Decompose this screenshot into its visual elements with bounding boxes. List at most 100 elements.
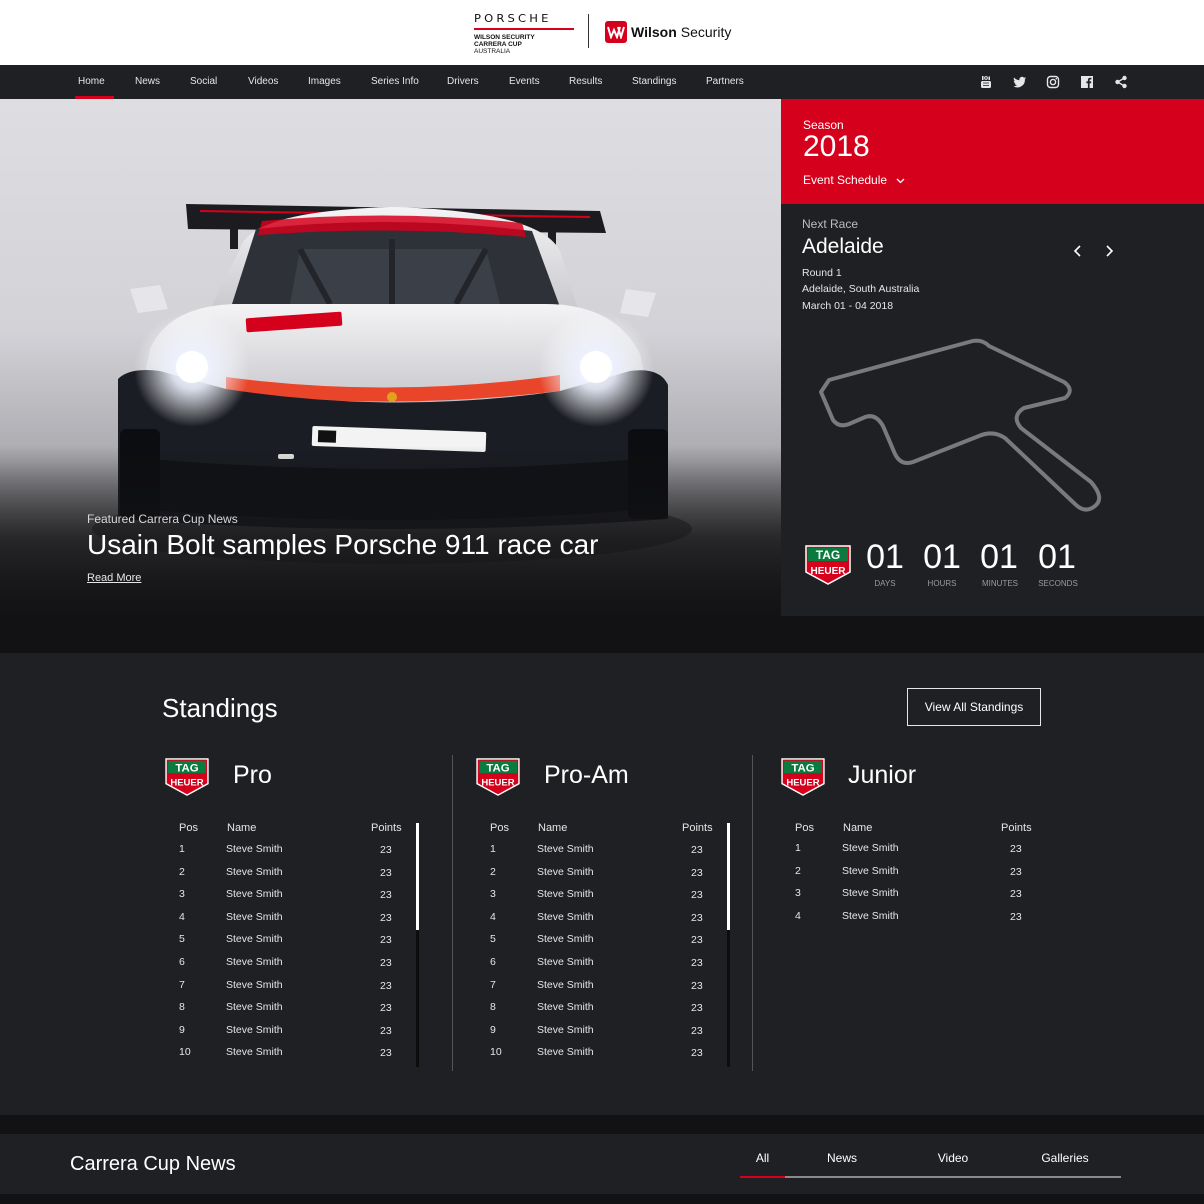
- race-city: Adelaide: [802, 235, 884, 258]
- standings-section: Standings View All Standings TAG HEUER Pro…: [0, 653, 1204, 1115]
- tag-text: TAG: [486, 762, 509, 774]
- news-tabs-baseline: [740, 1176, 1121, 1178]
- row-name[interactable]: Steve Smith: [226, 866, 283, 878]
- row-name[interactable]: Steve Smith: [226, 979, 283, 991]
- row-points: 23: [380, 844, 392, 856]
- row-name[interactable]: Steve Smith: [537, 866, 594, 878]
- nav-series-info[interactable]: Series Info: [371, 65, 419, 99]
- nav-standings[interactable]: Standings: [632, 65, 676, 99]
- row-pos: 1: [795, 842, 801, 854]
- logo-sub-2: CARRERA CUP: [474, 41, 522, 48]
- row-name[interactable]: Steve Smith: [226, 911, 283, 923]
- row-points: 23: [691, 979, 703, 992]
- instagram-icon[interactable]: [1046, 75, 1060, 89]
- row-points: 23: [691, 1002, 703, 1015]
- wilson-rest: Security: [680, 24, 732, 40]
- column-divider: [752, 755, 753, 1071]
- row-name[interactable]: Steve Smith: [537, 1046, 594, 1058]
- row-points: 23: [380, 957, 392, 969]
- row-points: 23: [1010, 910, 1022, 923]
- tag-text: TAG: [816, 548, 840, 562]
- news-tab-news[interactable]: News: [812, 1151, 872, 1165]
- nav-news[interactable]: News: [135, 65, 160, 99]
- youtube-icon[interactable]: [979, 75, 993, 89]
- row-points: 23: [380, 911, 392, 924]
- featured-news-hero[interactable]: Featured Carrera Cup News Usain Bolt sam…: [0, 99, 781, 616]
- class-name: Pro: [233, 761, 272, 789]
- nav-drivers[interactable]: Drivers: [447, 65, 479, 99]
- row-name[interactable]: Steve Smith: [226, 843, 283, 855]
- nav-events[interactable]: Events: [509, 65, 540, 99]
- nav-results[interactable]: Results: [569, 65, 602, 99]
- row-points: 23: [691, 934, 703, 947]
- event-schedule-dropdown[interactable]: Event Schedule: [803, 173, 905, 187]
- row-name[interactable]: Steve Smith: [537, 888, 594, 900]
- scrollbar-thumb[interactable]: [727, 823, 730, 930]
- column-divider: [452, 755, 453, 1071]
- row-pos: 1: [490, 843, 496, 855]
- row-pos: 3: [490, 888, 496, 901]
- hero-title[interactable]: Usain Bolt samples Porsche 911 race car: [87, 529, 599, 561]
- read-more-link[interactable]: Read More: [87, 572, 141, 584]
- row-points: 23: [691, 844, 703, 856]
- row-name[interactable]: Steve Smith: [842, 865, 899, 877]
- row-name[interactable]: Steve Smith: [537, 911, 594, 923]
- row-name[interactable]: Steve Smith: [537, 843, 594, 855]
- nav-videos[interactable]: Videos: [248, 65, 278, 99]
- header-name: Name: [538, 822, 568, 834]
- view-all-standings-button[interactable]: View All Standings: [907, 688, 1041, 726]
- row-name[interactable]: Steve Smith: [842, 842, 899, 854]
- row-name[interactable]: Steve Smith: [537, 1024, 594, 1036]
- wilson-security-logo[interactable]: Wilson Security: [605, 20, 731, 44]
- chevron-down-icon: [896, 178, 905, 184]
- race-round: Round 1: [802, 267, 842, 279]
- standings-scrollbar[interactable]: [727, 823, 730, 1067]
- news-tab-video[interactable]: Video: [923, 1151, 983, 1165]
- row-pos: 5: [179, 933, 185, 946]
- row-pos: 3: [795, 887, 801, 900]
- facebook-icon[interactable]: [1080, 75, 1094, 89]
- twitter-icon[interactable]: [1013, 75, 1027, 89]
- row-name[interactable]: Steve Smith: [842, 887, 899, 899]
- row-name[interactable]: Steve Smith: [226, 956, 283, 968]
- tag-text: TAG: [791, 762, 814, 774]
- row-pos: 2: [795, 864, 801, 877]
- row-name[interactable]: Steve Smith: [226, 1001, 283, 1013]
- row-name[interactable]: Steve Smith: [537, 979, 594, 991]
- row-name[interactable]: Steve Smith: [842, 910, 899, 922]
- header-pos: Pos: [795, 822, 814, 834]
- header-points: Points: [371, 822, 402, 834]
- race-location: Adelaide, South Australia: [802, 283, 920, 295]
- row-name[interactable]: Steve Smith: [226, 1046, 283, 1058]
- share-icon[interactable]: [1114, 75, 1128, 89]
- row-name[interactable]: Steve Smith: [537, 956, 594, 968]
- season-panel: Season 2018 Event Schedule: [781, 99, 1204, 204]
- hero-kicker: Featured Carrera Cup News: [87, 512, 238, 526]
- row-name[interactable]: Steve Smith: [226, 888, 283, 900]
- nav-social[interactable]: Social: [190, 65, 217, 99]
- row-points: 23: [691, 911, 703, 924]
- event-schedule-label: Event Schedule: [803, 173, 888, 187]
- carrera-cup-logo[interactable]: PORSCHE WILSON SECURITY CARRERA CUP AUST…: [474, 12, 576, 55]
- chevron-right-icon[interactable]: [1102, 244, 1116, 258]
- row-points: 23: [691, 957, 703, 969]
- scrollbar-thumb[interactable]: [416, 823, 419, 930]
- tag-heuer-logo: TAG HEUER: [805, 545, 851, 585]
- header-name: Name: [843, 822, 873, 834]
- nav-partners[interactable]: Partners: [706, 65, 744, 99]
- row-name[interactable]: Steve Smith: [537, 1001, 594, 1013]
- row-pos: 9: [490, 1023, 496, 1036]
- row-name[interactable]: Steve Smith: [226, 933, 283, 945]
- row-name[interactable]: Steve Smith: [226, 1024, 283, 1036]
- class-name: Junior: [848, 761, 917, 789]
- nav-images[interactable]: Images: [308, 65, 341, 99]
- row-name[interactable]: Steve Smith: [537, 933, 594, 945]
- chevron-left-icon[interactable]: [1071, 244, 1085, 258]
- news-tab-galleries[interactable]: Galleries: [1032, 1151, 1098, 1165]
- news-tab-all[interactable]: All: [740, 1151, 785, 1165]
- row-points: 23: [691, 889, 703, 902]
- row-pos: 6: [179, 956, 185, 968]
- standings-scrollbar[interactable]: [416, 823, 419, 1067]
- nav-home[interactable]: Home: [75, 65, 114, 99]
- row-points: 23: [1010, 888, 1022, 901]
